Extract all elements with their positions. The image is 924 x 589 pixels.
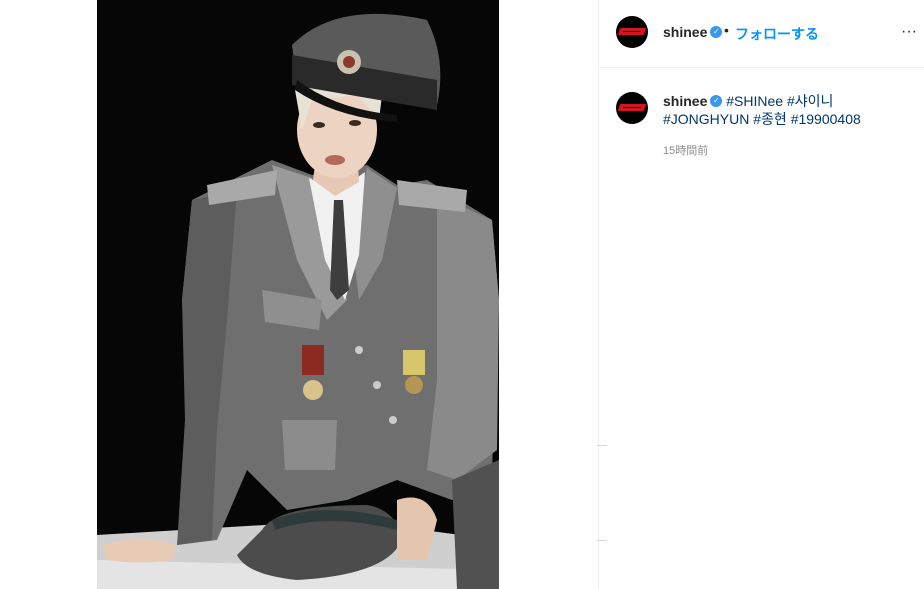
left-gutter [0, 0, 97, 589]
caption-username[interactable]: shinee ✓ [663, 93, 723, 109]
hashtag-link[interactable]: #샤이니 [787, 93, 833, 109]
post-photo[interactable] [97, 0, 499, 589]
divider-marker [597, 540, 607, 541]
post-header: shinee ✓ • フォローする ··· [599, 0, 924, 68]
verified-badge-icon: ✓ [710, 26, 723, 39]
profile-avatar[interactable] [616, 16, 648, 48]
follow-button[interactable]: フォローする [735, 24, 819, 44]
hashtag-link[interactable]: #종현 [753, 111, 787, 127]
hashtag-link[interactable]: #SHINee [726, 93, 783, 109]
post-sidebar: shinee ✓ • フォローする ··· shinee ✓ #SHINee #샤이… [598, 0, 924, 589]
content-gap [499, 0, 598, 589]
more-options-icon[interactable]: ··· [901, 23, 917, 41]
hashtag-link[interactable]: #JONGHYUN [663, 111, 749, 127]
caption-avatar[interactable] [616, 92, 648, 124]
verified-badge-icon: ✓ [710, 95, 723, 108]
photo-illustration [97, 0, 499, 589]
post-timestamp[interactable]: 15時間前 [663, 142, 708, 158]
hashtag-link[interactable]: #19900408 [791, 111, 861, 127]
caption-text: shinee ✓ #SHINee #샤이니 #JONGHYUN #종현 #1990… [663, 92, 903, 128]
username-link[interactable]: shinee ✓ [663, 24, 723, 40]
shinee-logo-icon [617, 28, 647, 35]
divider-marker [597, 445, 607, 446]
caption-username-text: shinee [663, 93, 708, 109]
shinee-logo-icon [617, 104, 647, 111]
separator-dot: • [724, 22, 729, 38]
username-text: shinee [663, 24, 708, 40]
